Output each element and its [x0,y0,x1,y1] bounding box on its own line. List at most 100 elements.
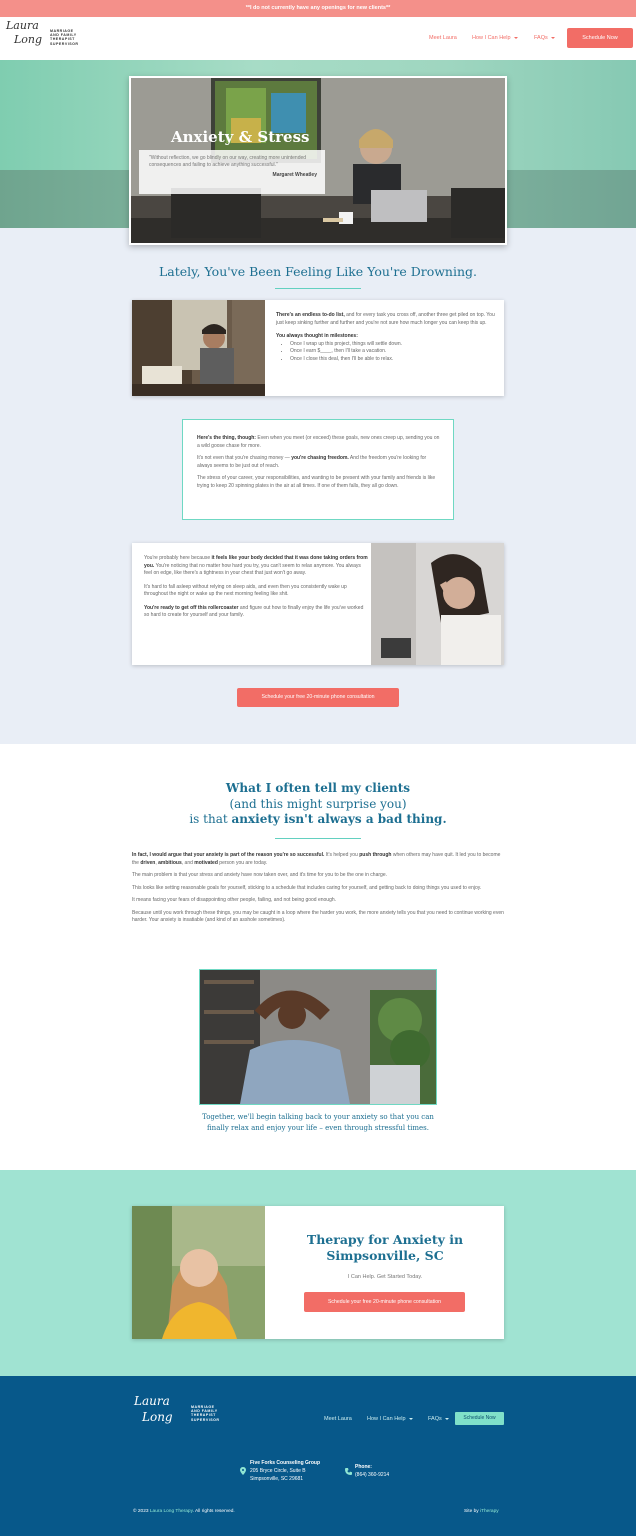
footer-logo[interactable]: Laura Long [134,1394,173,1424]
schedule-now-button[interactable]: Schedule Now [567,28,633,48]
site-credit-a: Site by [464,1509,480,1514]
body-p1-rest: You're noticing that no matter how hard … [144,562,361,577]
list-item: Once I close this deal, then I'll be abl… [290,356,498,364]
milestones-heading: You always thought in milestones: [276,333,498,341]
clients-p5: Because until you work through these thi… [132,909,504,924]
clients-divider [275,838,361,839]
chevron-down-icon [408,1417,413,1420]
freedom-text: Here's the thing, though: Even when you … [197,435,441,490]
footer-phone-label: Phone: [355,1464,372,1470]
todo-paragraph: There's an endless to-do list, and for e… [276,312,498,327]
therapy-title: Therapy for Anxiety in Simpsonville, SC [306,1232,464,1263]
hero-image-card: Anxiety & Stress "Without reflection, we… [129,76,507,245]
body-p3-bold: You're ready to get off this rollercoast… [144,604,239,611]
nav-faqs-label: FAQs [534,35,548,41]
footer-nav-meet-laura[interactable]: Meet Laura [324,1416,352,1422]
footer-nav-faqs-label: FAQs [428,1416,442,1422]
nav-meet-laura[interactable]: Meet Laura [429,35,457,41]
nav-how-i-can-help[interactable]: How I Can Help [472,35,518,41]
hero-title: Anxiety & Stress [171,128,310,146]
freedom-p2-a: It's not even that you're chasing money … [197,455,292,461]
list-item: Once I wrap up this project, things will… [290,341,498,349]
clients-heading-line3: is that anxiety isn't always a bad thing… [0,812,636,828]
footer-logo-line1: Laura [134,1394,170,1408]
laura-portrait-photo [132,1206,265,1339]
freedom-p2-bold: you're chasing freedom. [291,455,349,461]
announcement-banner: **I do not currently have any openings f… [0,0,636,17]
footer-org: Five Forks Counseling Group [250,1460,321,1466]
relaxed-man-illustration [200,970,436,1104]
footer-addr1: 205 Bryce Circle, Suite B [250,1468,306,1474]
footer-phone-number[interactable]: (864) 360-9214 [355,1471,389,1479]
clients-heading-line3-bold: anxiety isn't always a bad thing. [231,812,447,826]
footer-nav-how-i-can-help[interactable]: How I Can Help [367,1416,413,1422]
footer-phone: Phone: (864) 360-9214 [355,1463,389,1479]
body-p3: You're ready to get off this rollercoast… [144,605,368,620]
clients-p1-a: It's helped you [324,852,360,858]
logo[interactable]: Laura Long [6,19,46,46]
footer-schedule-button[interactable]: Schedule Now [455,1412,504,1425]
clients-p1: In fact, I would argue that your anxiety… [132,852,504,867]
body-card-text: You're probably here because it feels li… [144,555,368,620]
logo-sub-4: SUPERVISOR [50,41,79,46]
consultation-button[interactable]: Schedule your free 20-minute phone consu… [237,688,399,707]
chevron-down-icon [444,1417,449,1420]
clients-p1-d: driven [140,859,156,866]
copyright-link[interactable]: Laura Long Therapy [150,1509,193,1514]
body-card: You're probably here because it feels li… [132,543,504,665]
hero-quote-box: "Without reflection, we go blindly on ou… [139,150,325,194]
clients-p1-g: , and [181,859,195,866]
site-credit-link[interactable]: iTherapy [480,1509,499,1514]
footer-nav-how-label: How I Can Help [367,1416,406,1422]
body-p2: It's hard to fall asleep without relying… [144,583,347,598]
copyright-b: . All rights reserved. [192,1509,235,1514]
freedom-p1: Here's the thing, though: Even when you … [197,435,441,450]
todo-bold: There's an endless to-do list, [276,312,345,318]
freedom-p2: It's not even that you're chasing money … [197,455,441,470]
logo-line1: Laura [6,19,39,32]
chevron-down-icon [550,36,555,39]
chevron-down-icon [513,36,518,39]
logo-line2: Long [14,33,43,46]
clients-p1-bold: In fact, I would argue that your anxiety… [132,852,325,858]
logo-sub-3: THERAPIST [50,37,75,42]
footer-logo-line2: Long [142,1410,173,1424]
clients-text: In fact, I would argue that your anxiety… [132,852,504,925]
nav-how-i-can-help-label: How I Can Help [472,35,511,41]
freedom-p3: The stress of your career, your responsi… [197,475,436,489]
milestones-text: There's an endless to-do list, and for e… [276,312,498,363]
milestones-card: There's an endless to-do list, and for e… [132,300,504,396]
site-credit: Site by iTherapy [464,1509,499,1514]
footer-logo-subtitle: MARRIAGE AND FAMILY THERAPIST SUPERVISOR [191,1405,220,1422]
milestones-list: Once I wrap up this project, things will… [276,341,498,364]
site-footer: Laura Long MARRIAGE AND FAMILY THERAPIST… [0,1376,636,1536]
body-p1-a: You're probably here because [144,555,212,561]
nav-faqs[interactable]: FAQs [534,35,555,41]
clients-p3: This looks like setting reasonable goals… [132,884,482,891]
milestones-heading-text: You always thought in milestones: [276,333,358,339]
relaxed-man-photo [199,969,437,1105]
therapy-consultation-button[interactable]: Schedule your free 20-minute phone consu… [304,1292,465,1312]
therapy-subtitle: I Can Help. Get Started Today. [347,1274,423,1280]
copyright-a: © 2023 [133,1509,150,1514]
logo-subtitle: MARRIAGE AND FAMILY THERAPIST SUPERVISOR [50,29,79,46]
footer-nav-faqs[interactable]: FAQs [428,1416,449,1422]
freedom-card: Here's the thing, though: Even when you … [182,419,454,520]
hero-quote: "Without reflection, we go blindly on ou… [149,155,307,168]
clients-heading-line2: (and this might surprise you) [229,796,407,811]
footer-addr2: Simpsonville, SC 29681 [250,1476,304,1482]
site-header: Laura Long MARRIAGE AND FAMILY THERAPIST… [0,17,636,60]
therapy-card: Therapy for Anxiety in Simpsonville, SC … [132,1206,504,1339]
clients-heading-line3-a: is that [189,812,232,826]
footer-logo-sub-4: SUPERVISOR [191,1417,220,1422]
phone-icon [345,1468,352,1475]
freedom-p1-bold: Here's the thing, though: [197,435,256,441]
body-p1: You're probably here because it feels li… [144,555,368,578]
clients-p2: The main problem is that your stress and… [132,872,387,878]
clients-p4: It means facing your fears of disappoint… [132,897,337,903]
clients-p1-f: ambitious [158,859,182,866]
clients-p1-b: push through [359,852,392,858]
drowning-heading: Lately, You've Been Feeling Like You're … [158,264,477,279]
clients-caption: Together, we'll begin talking back to yo… [202,1113,434,1132]
stressed-woman-photo [371,543,504,665]
